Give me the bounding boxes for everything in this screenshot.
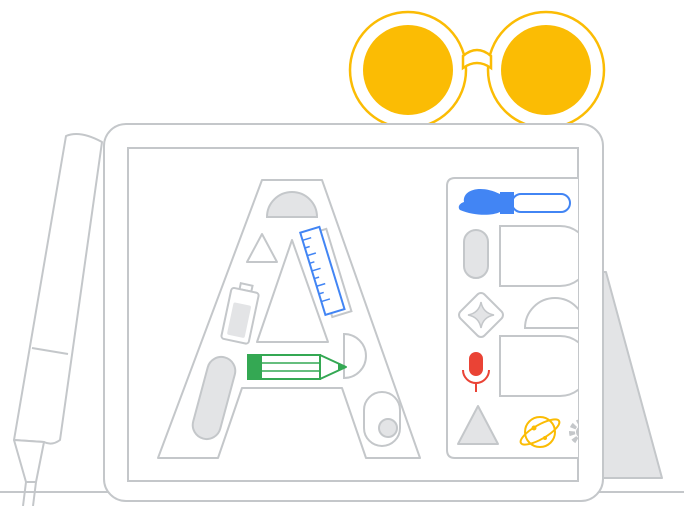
eyeglasses-icon [348, 10, 606, 130]
stylus-pen [13, 133, 103, 506]
tablet-stand [597, 271, 663, 479]
illustration [0, 10, 684, 506]
pill-shape [463, 229, 489, 279]
d-shape-bottom [499, 335, 578, 397]
d-shape-top [499, 225, 578, 287]
toggle-switch-shape [363, 391, 401, 447]
